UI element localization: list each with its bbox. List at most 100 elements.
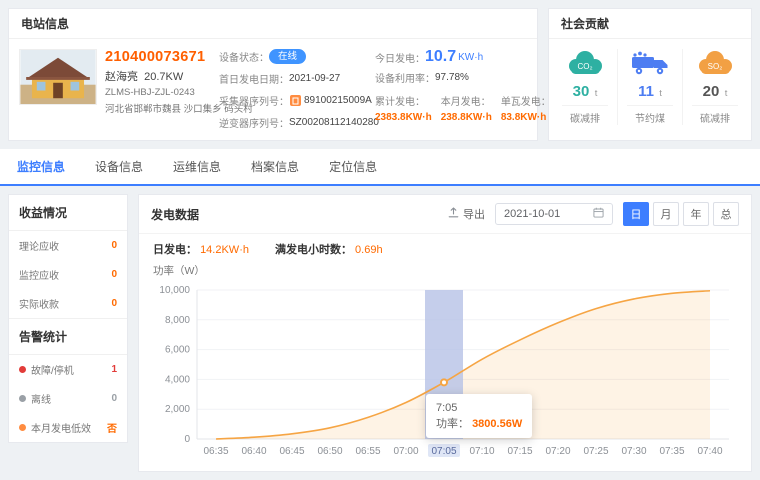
coal-unit: t <box>659 88 662 99</box>
x-tick-label: 06:40 <box>241 446 266 457</box>
total-gen-stat: 累计发电： 2383.8KW·h <box>375 93 432 123</box>
utilization-value: 97.78% <box>435 72 469 83</box>
generation-data-panel: 发电数据 导出 2021-10-01 <box>138 194 752 472</box>
range-button-group: 日 月 年 总 <box>623 202 739 226</box>
alarm-value: 否 <box>107 420 117 435</box>
x-tick-label: 07:15 <box>507 446 532 457</box>
income-value: 0 <box>111 240 117 251</box>
co2-cloud-icon: CO₂ <box>565 49 605 80</box>
station-identity: 210400073671 赵海亮 20.7KW ZLMS-HBJ-ZJL-024… <box>19 49 211 130</box>
month-gen-label: 本月发电： <box>441 93 492 108</box>
collector-sn-value: 89100215009A <box>304 95 372 106</box>
income-item-actual: 实际收款 0 <box>9 289 127 318</box>
alarm-label: 离线 <box>31 391 51 406</box>
pv-station-dashboard: 电站信息 <box>0 0 760 480</box>
full-hours-stat: 满发电小时数： 0.69h <box>275 241 383 257</box>
alarm-label: 故障/停机 <box>31 362 74 377</box>
co2-value-row: 30 t <box>573 83 598 100</box>
device-status-row: 设备状态： 在线 <box>219 49 367 64</box>
alarm-item-low-efficiency: 本月发电低效 否 <box>9 413 127 442</box>
x-tick-label: 07:00 <box>393 446 418 457</box>
date-value: 2021-10-01 <box>504 208 560 220</box>
hover-point-icon <box>441 379 447 385</box>
x-tick-label: 07:40 <box>697 446 722 457</box>
power-chart[interactable]: 02,0004,0006,0008,00010,00006:3506:4006:… <box>149 280 741 463</box>
co2-value: 30 <box>573 83 590 100</box>
month-gen-stat: 本月发电： 238.8KW·h <box>441 93 492 123</box>
copy-icon[interactable] <box>290 95 301 106</box>
date-picker[interactable]: 2021-10-01 <box>495 203 613 225</box>
first-gen-date-row: 首日发电日期： 2021-09-27 <box>219 71 367 86</box>
range-button-day[interactable]: 日 <box>623 202 649 226</box>
online-status-badge: 在线 <box>269 49 306 64</box>
export-label: 导出 <box>463 206 485 222</box>
sidebar: 收益情况 理论应收 0 监控应收 0 实际收款 0 告警统计 故障/停机 1 离… <box>8 194 128 443</box>
social-panel-header: 社会贡献 <box>549 9 751 39</box>
y-tick-label: 10,000 <box>159 285 190 296</box>
day-gen-value: 14.2KW·h <box>200 244 249 256</box>
income-label: 理论应收 <box>19 238 59 253</box>
station-info-panel: 电站信息 <box>8 8 538 141</box>
svg-text:CO₂: CO₂ <box>577 62 592 71</box>
export-button[interactable]: 导出 <box>448 206 485 222</box>
coal-value: 11 <box>638 83 654 100</box>
utilization-label: 设备利用率： <box>375 70 435 85</box>
gen-stats-row: 累计发电： 2383.8KW·h 本月发电： 238.8KW·h 单瓦发电： 8… <box>375 93 560 123</box>
coal-truck-icon <box>630 49 670 80</box>
so2-unit: t <box>725 88 728 99</box>
x-tick-label: 07:30 <box>621 446 646 457</box>
x-tick-label: 07:25 <box>583 446 608 457</box>
coal-saving-item: 11 t 节约煤 <box>617 49 682 125</box>
y-tick-label: 0 <box>184 434 190 445</box>
day-gen-label: 日发电： <box>153 244 197 256</box>
station-photo <box>19 49 97 105</box>
x-tick-label: 07:05 <box>431 446 456 457</box>
collector-sn-label: 采集器序列号： <box>219 93 289 108</box>
chart-title: 发电数据 <box>151 206 199 223</box>
station-panel-title: 电站信息 <box>21 15 69 32</box>
range-button-total[interactable]: 总 <box>713 202 739 226</box>
tab-location-info[interactable]: 定位信息 <box>314 149 392 184</box>
tab-device-info[interactable]: 设备信息 <box>80 149 158 184</box>
tab-ops-info[interactable]: 运维信息 <box>158 149 236 184</box>
first-gen-date-value: 2021-09-27 <box>289 73 340 84</box>
alarm-item-offline: 离线 0 <box>9 384 127 413</box>
range-button-month[interactable]: 月 <box>653 202 679 226</box>
so2-cloud-icon: SO₂ <box>695 49 735 80</box>
y-tick-label: 6,000 <box>165 345 190 356</box>
tab-monitoring-info[interactable]: 监控信息 <box>2 149 80 184</box>
x-tick-label: 06:45 <box>279 446 304 457</box>
tab-archive-info[interactable]: 档案信息 <box>236 149 314 184</box>
power-chart-svg: 02,0004,0006,0008,00010,00006:3506:4006:… <box>149 280 741 463</box>
co2-reduction-item: CO₂ 30 t 碳减排 <box>553 49 617 125</box>
device-fields: 设备状态： 在线 首日发电日期： 2021-09-27 采集器序列号： 8910… <box>219 49 367 130</box>
range-button-year[interactable]: 年 <box>683 202 709 226</box>
y-axis-title: 功率（W） <box>139 257 751 278</box>
co2-unit: t <box>595 88 598 99</box>
inverter-sn-label: 逆变器序列号： <box>219 115 289 130</box>
tab-bar: 监控信息 设备信息 运维信息 档案信息 定位信息 <box>0 149 760 186</box>
day-gen-stat: 日发电： 14.2KW·h <box>153 241 249 257</box>
inverter-sn-value: SZ00208112140280 <box>289 117 379 128</box>
chart-controls: 导出 2021-10-01 日 月 年 总 <box>448 202 739 226</box>
x-tick-label: 07:20 <box>545 446 570 457</box>
so2-reduction-item: SO₂ 20 t 硫减排 <box>682 49 747 125</box>
total-gen-value: 2383.8KW·h <box>375 112 432 123</box>
inverter-sn-row: 逆变器序列号： SZ00208112140280 <box>219 115 367 130</box>
first-gen-date-label: 首日发电日期： <box>219 71 289 86</box>
station-capacity: 20.7KW <box>144 71 183 83</box>
chart-header: 发电数据 导出 2021-10-01 <box>139 195 751 234</box>
coal-label: 节约煤 <box>627 105 673 125</box>
low-efficiency-dot-icon <box>19 424 26 431</box>
income-value: 0 <box>111 298 117 309</box>
alarm-section-title: 告警统计 <box>9 318 127 355</box>
month-gen-value: 238.8KW·h <box>441 112 492 123</box>
x-tick-label: 06:55 <box>355 446 380 457</box>
per-watt-gen-label: 单瓦发电： <box>501 93 551 108</box>
alarm-label: 本月发电低效 <box>31 420 91 435</box>
fault-dot-icon <box>19 366 26 373</box>
income-value: 0 <box>111 269 117 280</box>
y-tick-label: 8,000 <box>165 315 190 326</box>
y-tick-label: 2,000 <box>165 404 190 415</box>
owner-name: 赵海亮 <box>105 71 138 83</box>
